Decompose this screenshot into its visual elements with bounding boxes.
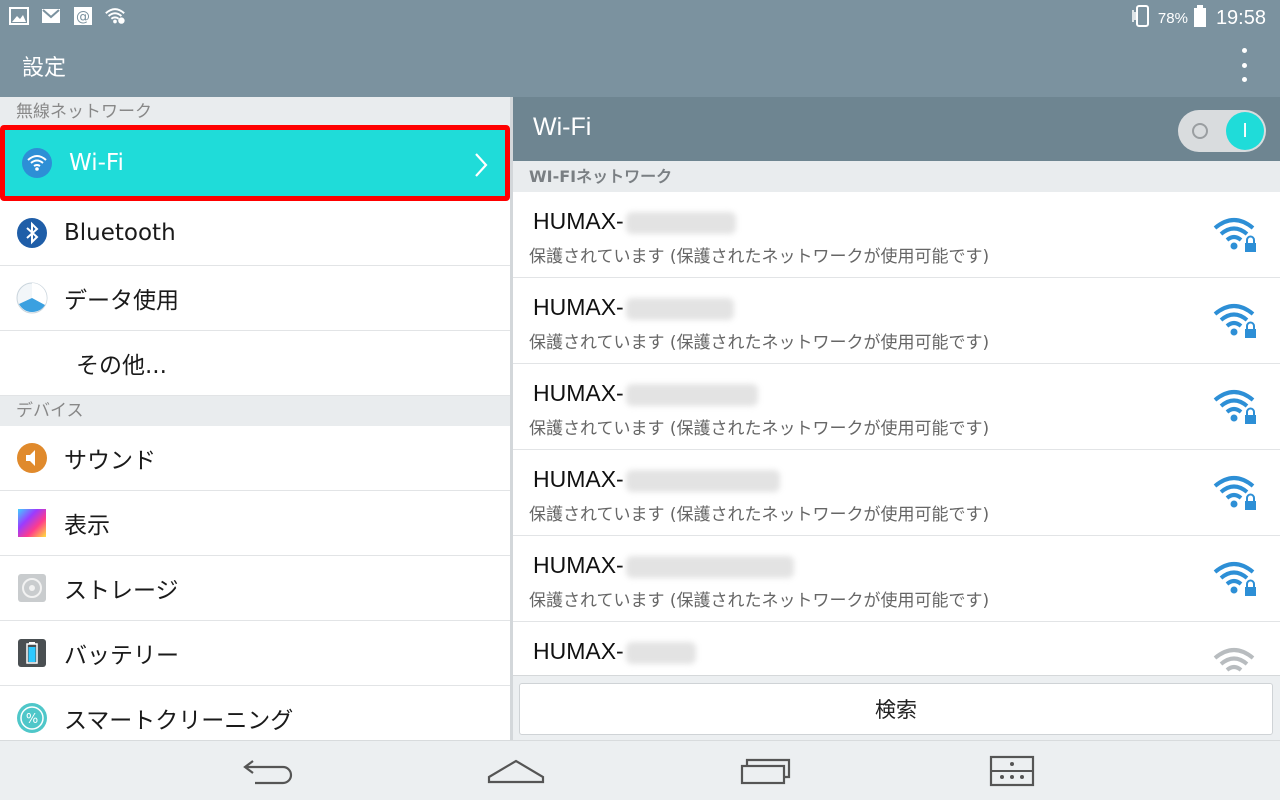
settings-item-label: バッテリー bbox=[64, 643, 179, 669]
settings-item-battery[interactable]: バッテリー bbox=[0, 621, 510, 686]
back-icon[interactable] bbox=[237, 751, 297, 791]
network-name: HUMAX- bbox=[533, 294, 734, 321]
section-header-device: デバイス bbox=[0, 396, 510, 426]
display-icon bbox=[16, 507, 48, 539]
section-header-wireless: 無線ネットワーク bbox=[0, 97, 510, 127]
battery-icon bbox=[1193, 4, 1207, 33]
wifi-toggle[interactable]: I bbox=[1178, 110, 1266, 152]
network-name: HUMAX- bbox=[533, 552, 794, 579]
network-name-prefix: HUMAX- bbox=[533, 380, 624, 406]
wifi-signal-locked-icon bbox=[1212, 216, 1258, 256]
home-icon[interactable] bbox=[486, 751, 546, 791]
settings-item-label: ストレージ bbox=[64, 578, 179, 604]
settings-item-smart-cleaning[interactable]: % スマートクリーニング bbox=[0, 686, 510, 740]
vibrate-icon bbox=[1131, 4, 1153, 33]
settings-item-label: 表示 bbox=[64, 513, 110, 539]
scan-bar: 検索 bbox=[513, 675, 1280, 740]
scan-button[interactable]: 検索 bbox=[519, 683, 1273, 735]
battery-icon bbox=[16, 637, 48, 669]
wifi-signal-locked-icon bbox=[1212, 474, 1258, 514]
toggle-off-icon bbox=[1192, 123, 1208, 139]
app-bar: 設定 bbox=[0, 34, 1280, 97]
settings-item-sound[interactable]: サウンド bbox=[0, 426, 510, 491]
navigation-bar bbox=[0, 740, 1280, 800]
redacted-ssid bbox=[625, 641, 696, 664]
network-item[interactable]: HUMAX- 保護されています (保護されたネットワークが使用可能です) bbox=[513, 278, 1280, 364]
settings-list: 無線ネットワーク Wi-Fi Bluetooth データ使用 その他... デバ… bbox=[0, 97, 510, 740]
recent-apps-icon[interactable] bbox=[735, 751, 795, 791]
clock: 19:58 bbox=[1215, 7, 1266, 29]
redacted-ssid bbox=[625, 555, 794, 578]
redacted-ssid bbox=[625, 383, 758, 406]
redacted-ssid bbox=[625, 297, 734, 320]
wifi-signal-weak-icon bbox=[1212, 646, 1258, 674]
settings-item-label: その他... bbox=[76, 353, 167, 379]
settings-item-label: データ使用 bbox=[64, 288, 179, 314]
network-name-prefix: HUMAX- bbox=[533, 294, 624, 320]
battery-percent: 78% bbox=[1157, 10, 1188, 27]
chevron-right-icon bbox=[473, 152, 489, 182]
settings-item-bluetooth[interactable]: Bluetooth bbox=[0, 201, 510, 266]
redacted-ssid bbox=[625, 469, 780, 492]
settings-item-wifi[interactable]: Wi-Fi bbox=[0, 125, 510, 201]
settings-item-data-usage[interactable]: データ使用 bbox=[0, 266, 510, 331]
network-status: 保護されています (保護されたネットワークが使用可能です) bbox=[529, 505, 990, 525]
network-name: HUMAX- bbox=[533, 208, 736, 235]
network-status: 保護されています (保護されたネットワークが使用可能です) bbox=[529, 333, 990, 353]
network-item[interactable]: HUMAX- 保護されています (保護されたネットワークが使用可能です) bbox=[513, 450, 1280, 536]
settings-item-label: スマートクリーニング bbox=[64, 708, 294, 734]
wifi-signal-locked-icon bbox=[1212, 388, 1258, 428]
wifi-signal-locked-icon bbox=[1212, 560, 1258, 600]
smart-cleaning-icon: % bbox=[16, 702, 48, 734]
sound-icon bbox=[16, 442, 48, 474]
email-at-icon: @ bbox=[72, 5, 94, 27]
network-name-prefix: HUMAX- bbox=[533, 466, 624, 492]
settings-item-more[interactable]: その他... bbox=[0, 331, 510, 396]
network-status: 保護されています (保護されたネットワークが使用可能です) bbox=[529, 419, 990, 439]
wifi-title: Wi-Fi bbox=[533, 113, 592, 141]
storage-icon bbox=[16, 572, 48, 604]
network-name-prefix: HUMAX- bbox=[533, 552, 624, 578]
settings-item-storage[interactable]: ストレージ bbox=[0, 556, 510, 621]
status-bar: @ 78% 19:58 bbox=[0, 0, 1280, 34]
menu-icon[interactable] bbox=[982, 751, 1042, 791]
network-item[interactable]: HUMAX- 保護されています (保護されたネットワークが使用可能です) bbox=[513, 192, 1280, 278]
network-status: 保護されています (保護されたネットワークが使用可能です) bbox=[529, 591, 990, 611]
overflow-menu-icon[interactable] bbox=[1238, 48, 1250, 82]
settings-item-label: Bluetooth bbox=[64, 220, 176, 246]
page-title: 設定 bbox=[22, 56, 67, 81]
redacted-ssid bbox=[625, 211, 736, 234]
network-name-prefix: HUMAX- bbox=[533, 638, 624, 664]
network-name: HUMAX- bbox=[533, 638, 696, 665]
wifi-status-icon bbox=[104, 5, 126, 27]
network-list: HUMAX- 保護されています (保護されたネットワークが使用可能です) HUM… bbox=[513, 192, 1280, 674]
settings-item-label: サウンド bbox=[64, 448, 156, 474]
network-name: HUMAX- bbox=[533, 466, 780, 493]
wifi-detail-pane: Wi-Fi I WI-FIネットワーク HUMAX- 保護されています (保護さ… bbox=[513, 97, 1280, 740]
network-status: 保護されています (保護されたネットワークが使用可能です) bbox=[529, 247, 990, 267]
network-item[interactable]: HUMAX- 保護されています (保護されたネットワークが使用可能です) bbox=[513, 536, 1280, 622]
section-header-wifi-networks: WI-FIネットワーク bbox=[513, 161, 1280, 192]
bluetooth-icon bbox=[16, 217, 48, 249]
svg-text:@: @ bbox=[76, 9, 90, 25]
network-item[interactable]: HUMAX- 保護されています (保護されたネットワークが使用可能です) bbox=[513, 364, 1280, 450]
wifi-icon bbox=[21, 147, 53, 179]
wifi-header: Wi-Fi I bbox=[513, 97, 1280, 161]
toggle-knob: I bbox=[1226, 112, 1264, 150]
network-name-prefix: HUMAX- bbox=[533, 208, 624, 234]
settings-item-display[interactable]: 表示 bbox=[0, 491, 510, 556]
settings-item-label: Wi-Fi bbox=[69, 150, 124, 176]
data-usage-icon bbox=[16, 282, 48, 314]
gmail-icon bbox=[40, 5, 62, 27]
image-icon bbox=[8, 5, 30, 27]
svg-text:%: % bbox=[26, 712, 38, 727]
wifi-signal-locked-icon bbox=[1212, 302, 1258, 342]
network-item[interactable]: HUMAX- bbox=[513, 622, 1280, 674]
network-name: HUMAX- bbox=[533, 380, 758, 407]
